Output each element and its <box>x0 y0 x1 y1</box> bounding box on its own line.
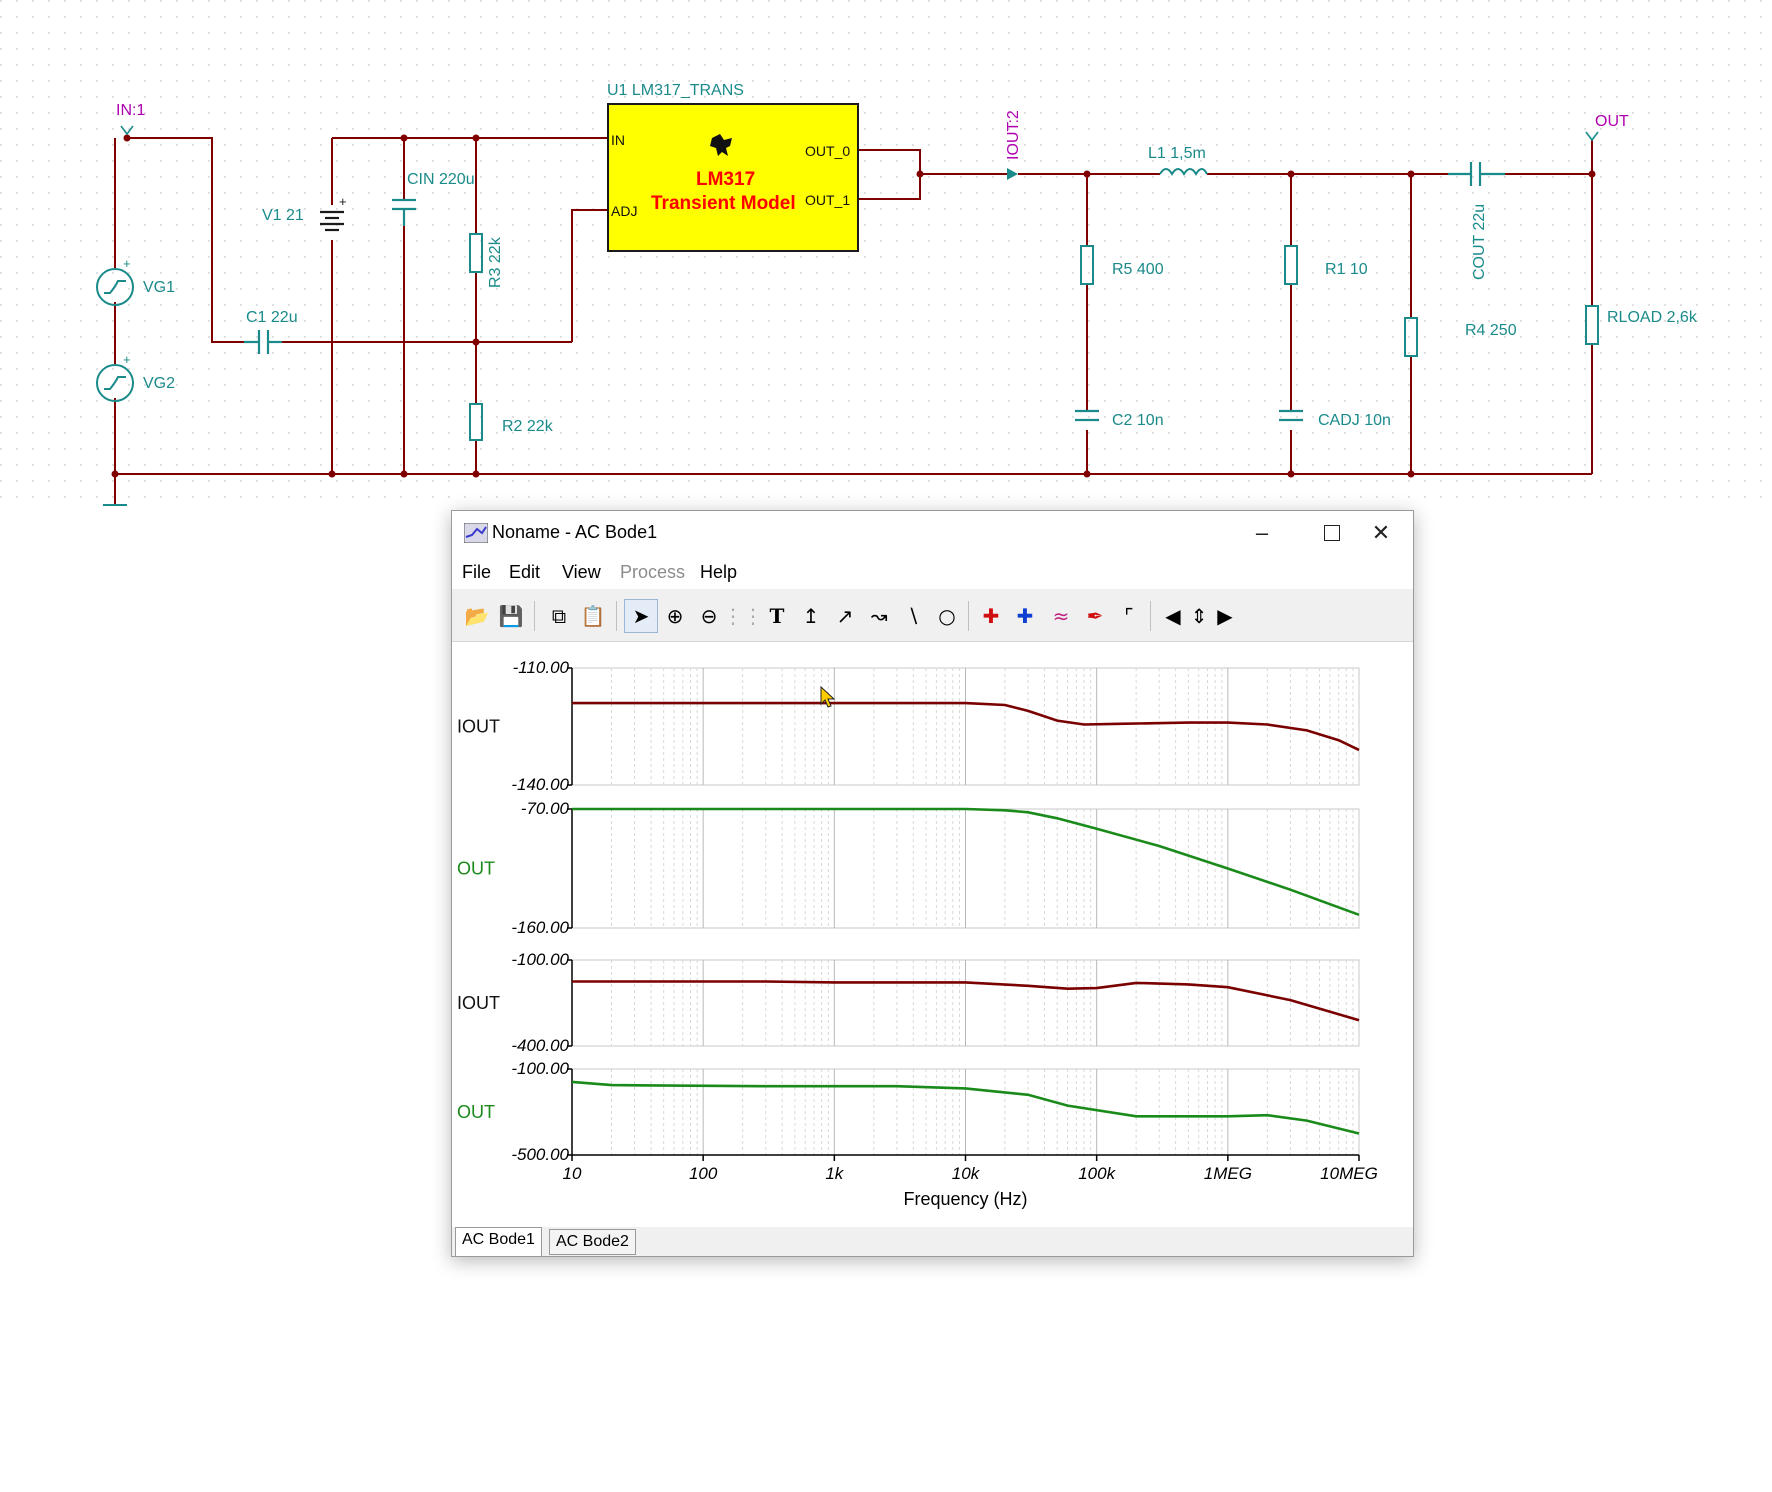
ic-pin-out1: OUT_1 <box>805 192 850 208</box>
zoom-out-100-icon[interactable]: ⊖ <box>692 599 726 633</box>
line-tool-1-icon[interactable]: ↥ <box>794 599 828 633</box>
rload-label: RLOAD 2,6k <box>1607 309 1698 326</box>
probe-icon[interactable]: ✒ <box>1078 599 1112 633</box>
x-tick-label: 1k <box>825 1164 844 1183</box>
v1-label: V1 21 <box>262 207 304 224</box>
in-node-label: IN:1 <box>116 102 145 119</box>
series-name-3: IOUT <box>457 993 500 1013</box>
grid-icon[interactable]: ⋮⋮ <box>723 599 763 633</box>
u1-label: U1 LM317_TRANS <box>607 82 744 99</box>
open-icon[interactable]: 📂 <box>460 599 494 633</box>
c1-label: C1 22u <box>246 309 298 326</box>
y-tick-label-bottom-4: -500.00 <box>511 1145 569 1164</box>
window-titlebar[interactable]: Noname - AC Bode1 – ✕ <box>452 511 1413 555</box>
x-tick-label: 100 <box>689 1164 718 1183</box>
toolbar: 📂 💾 ⧉ 📋 ➤ ⊕ ⊖ ⋮⋮ T ↥ ↗ ↝ ∖ ○ ✚ ✚ ≈ ✒ ⌜ ◀… <box>452 591 1413 642</box>
paste-icon[interactable]: 📋 <box>576 599 610 633</box>
step-icon[interactable]: ⌜ <box>1112 599 1146 633</box>
text-icon[interactable]: T <box>760 599 794 633</box>
menu-help[interactable]: Help <box>700 562 737 583</box>
window-title: Noname - AC Bode1 <box>492 522 658 542</box>
schematic-grid <box>0 0 1772 510</box>
menu-bar: File Edit View Process Help <box>452 555 1413 589</box>
vg2-label: VG2 <box>143 375 175 392</box>
r3-label: R3 22k <box>487 236 504 288</box>
ac-bode-window[interactable]: Noname - AC Bode1 – ✕ File Edit View Pro… <box>451 510 1414 1257</box>
pointer-icon[interactable]: ➤ <box>624 599 658 633</box>
r4-label: R4 250 <box>1465 322 1517 339</box>
menu-file[interactable]: File <box>462 562 491 583</box>
close-button[interactable]: ✕ <box>1351 511 1411 555</box>
x-tick-label: 100k <box>1078 1164 1116 1183</box>
series-name-4: OUT <box>457 1102 495 1122</box>
curves-icon[interactable]: ≈ <box>1044 599 1078 633</box>
tabs-bar: AC Bode1 AC Bode2 <box>452 1227 1413 1256</box>
svg-text:+: + <box>123 256 131 271</box>
tab-ac-bode2[interactable]: AC Bode2 <box>549 1229 636 1255</box>
cursor-a-icon[interactable]: ✚ <box>974 599 1008 633</box>
x-axis-label: Frequency (Hz) <box>903 1189 1027 1209</box>
menu-process[interactable]: Process <box>620 562 685 583</box>
svg-text:+: + <box>123 352 131 367</box>
ic-model: Transient Model <box>651 193 796 214</box>
x-tick-label: 10k <box>952 1164 981 1183</box>
maximize-icon <box>1324 525 1340 541</box>
y-tick-label-bottom-3: -400.00 <box>511 1036 569 1055</box>
cadj-label: CADJ 10n <box>1318 412 1391 429</box>
r1-label: R1 10 <box>1325 261 1368 278</box>
x-tick-label: 10 <box>563 1164 582 1183</box>
r2-label: R2 22k <box>502 418 554 435</box>
y-tick-label-top-4: -100.00 <box>511 1059 569 1078</box>
series-name-1: IOUT <box>457 717 500 737</box>
minimize-button[interactable]: – <box>1232 511 1292 555</box>
x-tick-label: 1MEG <box>1204 1164 1252 1183</box>
line-tool-2-icon[interactable]: ↗ <box>828 599 862 633</box>
l1-label: L1 1,5m <box>1148 145 1206 162</box>
iout-probe-label: IOUT:2 <box>1005 110 1022 160</box>
copy-icon[interactable]: ⧉ <box>542 599 576 633</box>
u1-lm317-ic[interactable]: LM317 Transient Model IN ADJ OUT_0 OUT_1 <box>607 103 859 252</box>
cin-label: CIN 220u <box>407 171 475 188</box>
bode-chart[interactable]: -110.00 -140.00 IOUT -70.00 -160.00 OUT -100.0… <box>452 642 1413 1227</box>
y-tick-label-top-3: -100.00 <box>511 950 569 969</box>
minimize-icon: – <box>1255 520 1269 545</box>
mouse-cursor-icon <box>820 686 836 708</box>
r5-label: R5 400 <box>1112 261 1164 278</box>
ic-name: LM317 <box>696 169 755 190</box>
bode-app-icon <box>464 523 488 543</box>
y-tick-label-bottom-1: -140.00 <box>511 775 569 794</box>
line-icon[interactable]: ∖ <box>896 599 930 633</box>
x-tick-label: 10MEG <box>1320 1164 1378 1183</box>
schematic-canvas[interactable]: IN:1 + VG1 + VG2 C1 22u + V1 21 CIN 220u… <box>0 0 1772 510</box>
series-name-2: OUT <box>457 859 495 879</box>
ic-pin-adj: ADJ <box>611 203 637 219</box>
ic-pin-out0: OUT_0 <box>805 143 850 159</box>
circle-icon[interactable]: ○ <box>930 599 964 633</box>
arrow-right-icon[interactable]: ▶ <box>1208 599 1242 633</box>
cout-label: COUT 22u <box>1471 204 1488 280</box>
save-icon[interactable]: 💾 <box>494 599 528 633</box>
y-tick-label-top-2: -70.00 <box>521 799 570 818</box>
vg1-label: VG1 <box>143 279 175 296</box>
y-tick-label-top-1: -110.00 <box>513 658 570 677</box>
svg-text:+: + <box>339 194 347 209</box>
c2-label: C2 10n <box>1112 412 1164 429</box>
ic-pin-in: IN <box>611 132 625 148</box>
cursor-b-icon[interactable]: ✚ <box>1008 599 1042 633</box>
tab-ac-bode1[interactable]: AC Bode1 <box>455 1227 542 1256</box>
out-node-label: OUT <box>1595 113 1629 130</box>
y-tick-label-bottom-2: -160.00 <box>511 918 569 937</box>
close-icon: ✕ <box>1371 520 1391 545</box>
zoom-in-icon[interactable]: ⊕ <box>658 599 692 633</box>
bode-plot-area[interactable]: -110.00 -140.00 IOUT -70.00 -160.00 OUT -100.0… <box>452 642 1413 1242</box>
line-tool-3-icon[interactable]: ↝ <box>862 599 896 633</box>
menu-edit[interactable]: Edit <box>509 562 540 583</box>
menu-view[interactable]: View <box>562 562 601 583</box>
